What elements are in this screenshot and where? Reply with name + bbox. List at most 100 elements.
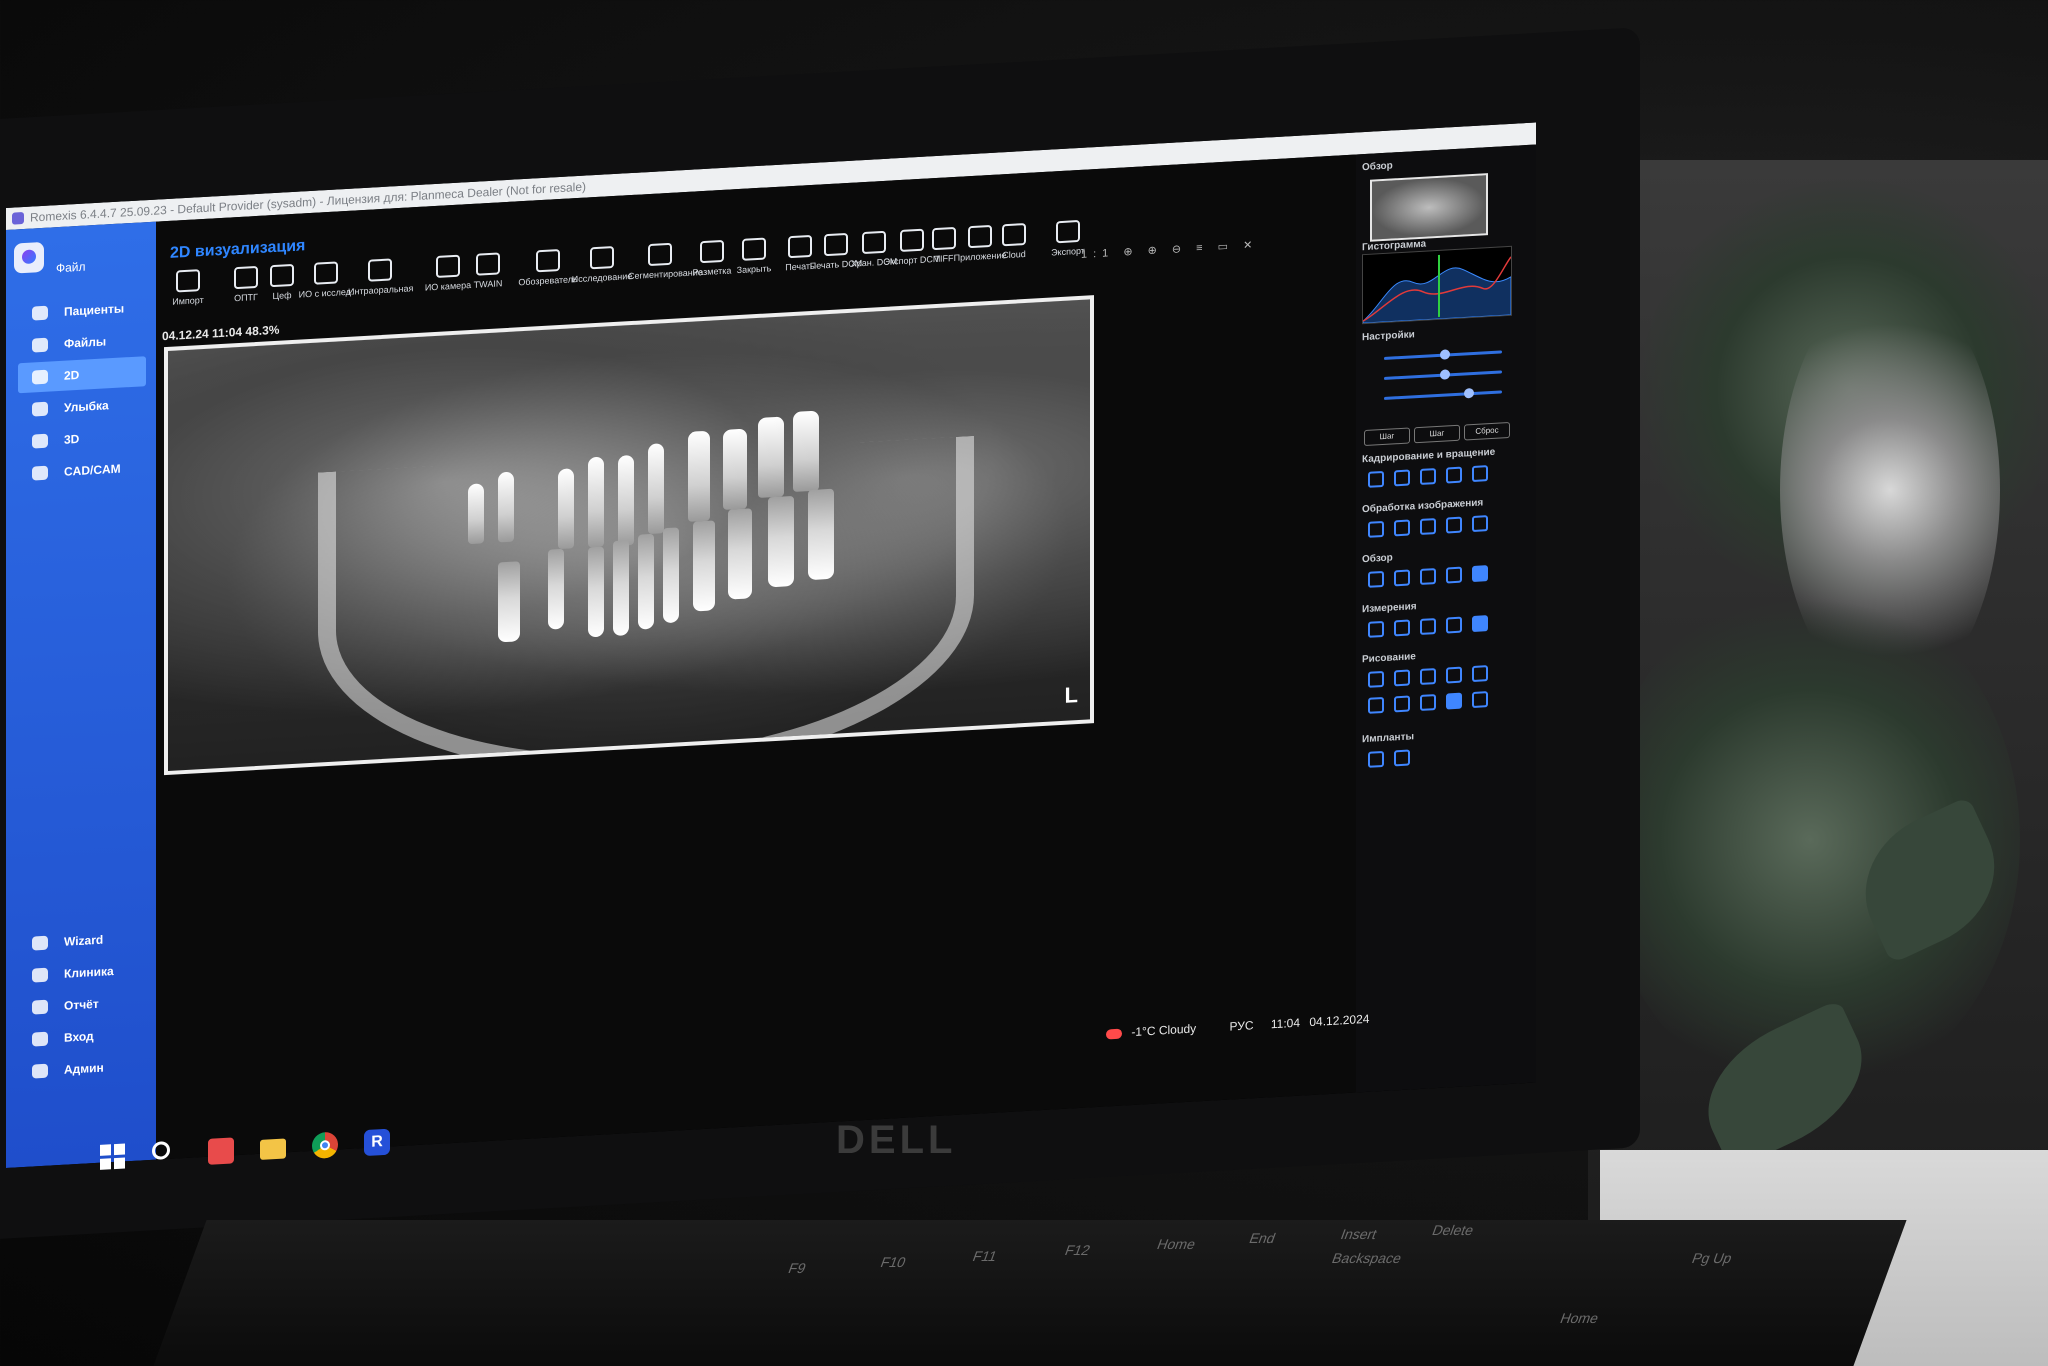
key[interactable]: F12: [1063, 1242, 1093, 1258]
text-icon[interactable]: [1446, 666, 1462, 684]
emboss-icon[interactable]: [1472, 515, 1488, 533]
cloud-icon: [1002, 222, 1026, 247]
pan-icon[interactable]: [1472, 565, 1488, 583]
search-icon[interactable]: [152, 1140, 170, 1160]
key[interactable]: Backspace: [1330, 1250, 1404, 1266]
implant-library-icon[interactable]: [1394, 749, 1410, 767]
dental-app-icon[interactable]: [208, 1137, 234, 1165]
sidebar-item-clinic[interactable]: Клиника: [18, 954, 146, 991]
processing-tools: [1368, 515, 1488, 538]
twain-button[interactable]: TWAIN: [456, 251, 520, 291]
fit-icon[interactable]: [1368, 570, 1384, 588]
step-button[interactable]: Шаг: [1364, 427, 1410, 447]
rectangle-icon[interactable]: [1394, 695, 1410, 713]
step-button[interactable]: Шаг: [1414, 424, 1460, 444]
implant-icon[interactable]: [1368, 750, 1384, 768]
side-marker: L: [1064, 682, 1078, 708]
sidebar-item-files[interactable]: Файлы: [18, 324, 146, 361]
ellipse-icon[interactable]: [1420, 694, 1436, 711]
implant-tools: [1368, 749, 1410, 768]
gamma-slider[interactable]: [1384, 387, 1502, 400]
study-button[interactable]: Исследование: [570, 245, 634, 285]
sidebar-item-smile[interactable]: Улыбка: [18, 388, 146, 425]
layout-icon[interactable]: [1420, 568, 1436, 585]
2d-icon: [32, 369, 48, 385]
magnifier-icon[interactable]: [1446, 566, 1462, 584]
sidebar-item-patients[interactable]: Пациенты: [18, 292, 146, 329]
clock-time[interactable]: 11:04: [1271, 1016, 1300, 1032]
profile-icon[interactable]: [1446, 616, 1462, 634]
reset-button[interactable]: Сброс: [1464, 421, 1510, 441]
file-menu[interactable]: Файл: [56, 260, 86, 276]
brightness-slider[interactable]: [1384, 349, 1502, 360]
intraoral-button[interactable]: Интраоральная: [348, 257, 413, 297]
sidebar-item-login[interactable]: Вход: [18, 1018, 146, 1055]
rotate-icon[interactable]: [1368, 470, 1384, 488]
study-icon: [590, 246, 614, 270]
key[interactable]: F11: [971, 1248, 1000, 1264]
file-explorer-icon[interactable]: [260, 1138, 286, 1160]
invert-icon[interactable]: [1446, 516, 1462, 534]
language-indicator[interactable]: РУС: [1230, 1018, 1254, 1033]
export-icon: [1056, 219, 1080, 244]
draw-tools-2: [1368, 691, 1488, 714]
key[interactable]: Insert: [1339, 1226, 1380, 1242]
arrow-icon[interactable]: [1420, 668, 1436, 685]
key[interactable]: Delete: [1430, 1222, 1476, 1238]
sidebar-item-admin[interactable]: Админ: [18, 1050, 146, 1087]
admin-icon: [32, 1063, 48, 1079]
resize-icon[interactable]: [1472, 465, 1488, 483]
import-icon: [176, 269, 200, 293]
sidebar-item-2d[interactable]: 2D: [18, 356, 146, 394]
fill-icon[interactable]: [1446, 692, 1462, 710]
tooth: [588, 456, 604, 548]
curve-icon[interactable]: [1368, 696, 1384, 714]
line-icon[interactable]: [1394, 669, 1410, 687]
polyline-icon[interactable]: [1472, 665, 1488, 683]
report-icon: [32, 999, 48, 1015]
import-button[interactable]: Импорт: [156, 268, 220, 308]
windows-start-icon[interactable]: [100, 1143, 126, 1171]
contrast-slider[interactable]: [1384, 369, 1502, 380]
pen-icon[interactable]: [1368, 670, 1384, 688]
brightness-icon[interactable]: [1420, 518, 1436, 535]
tooth: [588, 546, 604, 638]
tooth: [758, 416, 784, 498]
sharpen-icon[interactable]: [1394, 519, 1410, 537]
panoramic-xray-image[interactable]: L: [164, 295, 1094, 776]
angle-icon[interactable]: [1394, 619, 1410, 637]
filter-icon[interactable]: [1368, 520, 1384, 538]
tooth: [693, 520, 715, 612]
tooth: [498, 471, 514, 543]
key[interactable]: F10: [878, 1254, 908, 1270]
patients-icon: [32, 305, 48, 321]
sidebar-item-wizard[interactable]: Wizard: [18, 922, 146, 959]
sidebar-item-3d[interactable]: 3D: [18, 420, 146, 457]
histogram-chart[interactable]: [1362, 245, 1512, 325]
area-icon[interactable]: [1420, 618, 1436, 635]
sidebar-item-label: Отчёт: [64, 996, 99, 1013]
mirror-icon[interactable]: [1446, 466, 1462, 484]
sidebar-item-cadcam[interactable]: CAD/CAM: [18, 452, 146, 489]
sidebar-item-report[interactable]: Отчёт: [18, 986, 146, 1023]
romexis-logo[interactable]: [14, 241, 44, 274]
overview-thumbnail[interactable]: [1370, 173, 1488, 242]
key[interactable]: End: [1247, 1230, 1278, 1246]
ruler-icon[interactable]: [1368, 620, 1384, 638]
view-tools: [1368, 565, 1488, 588]
key[interactable]: Home: [1558, 1310, 1601, 1326]
key[interactable]: Pg Up: [1690, 1250, 1735, 1266]
romexis-taskbar-icon[interactable]: R: [364, 1128, 390, 1157]
tooth: [728, 508, 752, 600]
window-icon[interactable]: [1394, 569, 1410, 587]
tooth: [618, 454, 634, 546]
flip-icon[interactable]: [1420, 468, 1436, 485]
tooth: [613, 540, 629, 637]
crop-icon[interactable]: [1394, 469, 1410, 487]
calibrate-icon[interactable]: [1472, 615, 1488, 633]
eraser-icon[interactable]: [1472, 691, 1488, 709]
chrome-icon[interactable]: [312, 1131, 338, 1160]
tooth: [548, 548, 564, 630]
key[interactable]: Home: [1155, 1236, 1198, 1252]
key[interactable]: F9: [786, 1260, 808, 1276]
